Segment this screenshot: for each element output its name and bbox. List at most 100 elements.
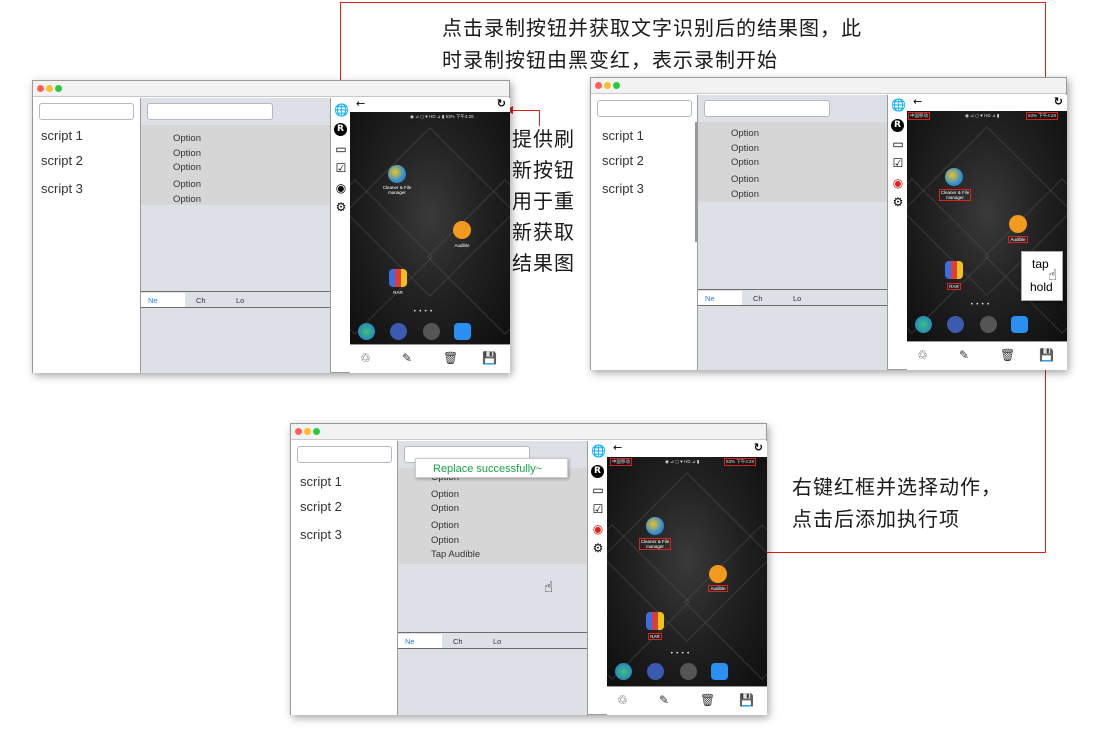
refresh-icon[interactable]: ↻ xyxy=(1054,95,1063,108)
script-item[interactable]: script 1 xyxy=(300,474,342,489)
script-item[interactable]: script 3 xyxy=(602,181,644,196)
option-item[interactable]: Option xyxy=(431,535,459,546)
option-item[interactable]: Option xyxy=(431,503,459,514)
script-item[interactable]: script 1 xyxy=(602,128,644,143)
carrier-redbox[interactable]: 中国移动 xyxy=(610,458,632,466)
record-button-icon[interactable]: ◉ xyxy=(591,523,605,535)
back-arrow-icon[interactable]: ← xyxy=(913,95,922,108)
refresh-icon[interactable]: ↻ xyxy=(754,441,763,454)
maximize-button[interactable] xyxy=(613,82,620,89)
gear-icon[interactable]: ⚙ xyxy=(891,196,905,208)
option-item[interactable]: Option xyxy=(173,194,201,205)
window-icon[interactable]: ▭ xyxy=(591,484,605,496)
script-item[interactable]: script 2 xyxy=(602,153,644,168)
option-item[interactable]: Option xyxy=(731,128,759,139)
audible-app-icon[interactable] xyxy=(1009,215,1027,233)
cleaner-app-icon[interactable] xyxy=(388,165,406,183)
globe-icon[interactable]: 🌐 xyxy=(334,104,349,116)
carrier-redbox[interactable]: 中国移动 xyxy=(908,112,930,120)
messages-dock-icon[interactable] xyxy=(390,323,407,340)
close-button[interactable] xyxy=(37,85,44,92)
option-item[interactable]: Option xyxy=(431,520,459,531)
trash-icon[interactable]: 🗑 xyxy=(1000,348,1015,362)
audible-app-icon[interactable] xyxy=(453,221,471,239)
pencil-icon[interactable]: ✎ xyxy=(402,351,412,365)
window-icon[interactable]: ▭ xyxy=(334,143,348,155)
option-item[interactable]: Option xyxy=(173,179,201,190)
minimize-button[interactable] xyxy=(46,85,53,92)
tab-ch[interactable]: Ch xyxy=(196,296,206,305)
edge-dock-icon[interactable] xyxy=(915,316,932,333)
record-button-icon[interactable]: ◉ xyxy=(891,177,905,189)
cleaner-app-label[interactable]: Cleaner & File manager xyxy=(939,189,971,201)
cleaner-app-icon[interactable] xyxy=(945,168,963,186)
option-item[interactable]: Option xyxy=(731,143,759,154)
edge-dock-icon[interactable] xyxy=(615,663,632,680)
script-item[interactable]: script 2 xyxy=(300,499,342,514)
cleaner-app-icon[interactable] xyxy=(646,517,664,535)
script-item[interactable]: script 1 xyxy=(41,128,83,143)
option-item[interactable]: Option xyxy=(173,148,201,159)
tab-ne[interactable]: Ne xyxy=(698,291,742,305)
minimize-button[interactable] xyxy=(604,82,611,89)
tab-lo[interactable]: Lo xyxy=(493,637,501,646)
rar-app-label[interactable]: RAR xyxy=(648,633,662,640)
pencil-icon[interactable]: ✎ xyxy=(659,693,669,707)
pencil-icon[interactable]: ✎ xyxy=(959,348,969,362)
rar-app-icon[interactable] xyxy=(389,269,407,287)
tab-ch[interactable]: Ch xyxy=(753,294,763,303)
action-search-input[interactable] xyxy=(147,103,273,120)
save-icon[interactable]: 💾 xyxy=(482,351,497,365)
checkbox-icon[interactable]: ☑ xyxy=(334,162,348,174)
tab-lo[interactable]: Lo xyxy=(793,294,801,303)
script-item[interactable]: script 3 xyxy=(41,181,83,196)
option-item[interactable]: Option xyxy=(173,133,201,144)
apps-dock-icon[interactable] xyxy=(680,663,697,680)
close-button[interactable] xyxy=(295,428,302,435)
audible-app-label[interactable]: Audible xyxy=(1008,236,1028,243)
scrollbar[interactable] xyxy=(695,122,698,242)
record-r-icon[interactable]: R xyxy=(591,465,604,478)
minimize-button[interactable] xyxy=(304,428,311,435)
apps-dock-icon[interactable] xyxy=(980,316,997,333)
action-search-input[interactable] xyxy=(704,100,830,117)
refresh-icon[interactable]: ↻ xyxy=(497,97,506,110)
record-button-icon[interactable]: ◉ xyxy=(334,182,348,194)
option-item[interactable]: Option xyxy=(731,157,759,168)
script-search-input[interactable] xyxy=(39,103,134,120)
option-item[interactable]: Option xyxy=(731,189,759,200)
back-arrow-icon[interactable]: ← xyxy=(356,97,365,110)
cleaner-app-label[interactable]: Cleaner & File manager xyxy=(639,538,671,550)
rar-app-label[interactable]: RAR xyxy=(947,283,961,290)
apps-dock-icon[interactable] xyxy=(423,323,440,340)
maps-dock-icon[interactable] xyxy=(1011,316,1028,333)
window-icon[interactable]: ▭ xyxy=(891,138,905,150)
maximize-button[interactable] xyxy=(313,428,320,435)
context-menu-tap[interactable]: tap xyxy=(1032,257,1049,271)
record-r-icon[interactable]: R xyxy=(334,123,347,136)
tab-ch[interactable]: Ch xyxy=(453,637,463,646)
maximize-button[interactable] xyxy=(55,85,62,92)
edge-dock-icon[interactable] xyxy=(358,323,375,340)
recycle-icon[interactable]: ♲ xyxy=(360,351,371,365)
close-button[interactable] xyxy=(595,82,602,89)
status-right-redbox[interactable]: 53% 下午4:28 xyxy=(1026,112,1059,120)
globe-icon[interactable]: 🌐 xyxy=(891,99,906,111)
globe-icon[interactable]: 🌐 xyxy=(591,445,606,457)
maps-dock-icon[interactable] xyxy=(454,323,471,340)
option-item[interactable]: Option xyxy=(173,162,201,173)
recycle-icon[interactable]: ♲ xyxy=(617,693,628,707)
tab-lo[interactable]: Lo xyxy=(236,296,244,305)
messages-dock-icon[interactable] xyxy=(647,663,664,680)
recycle-icon[interactable]: ♲ xyxy=(917,348,928,362)
rar-app-icon[interactable] xyxy=(646,612,664,630)
gear-icon[interactable]: ⚙ xyxy=(591,542,605,554)
trash-icon[interactable]: 🗑 xyxy=(700,693,715,707)
tab-ne[interactable]: Ne xyxy=(398,634,442,648)
audible-app-icon[interactable] xyxy=(709,565,727,583)
audible-app-label[interactable]: Audible xyxy=(708,585,728,592)
script-item[interactable]: script 2 xyxy=(41,153,83,168)
save-icon[interactable]: 💾 xyxy=(739,693,754,707)
tab-ne[interactable]: Ne xyxy=(141,293,185,307)
rar-app-icon[interactable] xyxy=(945,261,963,279)
